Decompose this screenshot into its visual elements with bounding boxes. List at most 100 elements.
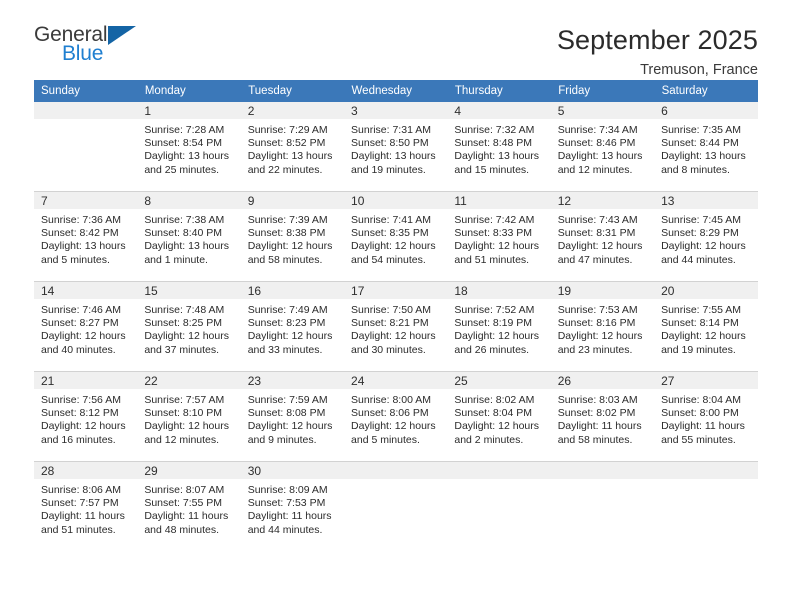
calendar-day-cell[interactable]: 14 Sunrise: 7:46 AM Sunset: 8:27 PM Dayligh… bbox=[34, 281, 138, 372]
sunset-text: Sunset: 8:48 PM bbox=[454, 137, 533, 150]
daylight-text-line1: Daylight: 12 hours bbox=[661, 240, 746, 253]
calendar-day-cell[interactable]: 24 Sunrise: 8:00 AM Sunset: 8:06 PM Dayligh… bbox=[344, 371, 448, 462]
calendar-day-cell[interactable]: 8 Sunrise: 7:38 AM Sunset: 8:40 PM Daylight… bbox=[137, 191, 241, 282]
sunrise-text: Sunrise: 7:32 AM bbox=[454, 124, 535, 136]
calendar-day-cell[interactable]: 15 Sunrise: 7:48 AM Sunset: 8:25 PM Dayligh… bbox=[137, 281, 241, 372]
calendar-week-row: 21 Sunrise: 7:56 AM Sunset: 8:12 PM Dayligh… bbox=[34, 371, 758, 462]
day-details: Sunrise: 7:49 AM Sunset: 8:23 PM Daylight:… bbox=[241, 299, 344, 357]
calendar-day-cell[interactable]: 19 Sunrise: 7:53 AM Sunset: 8:16 PM Dayligh… bbox=[550, 281, 655, 372]
sunset-text: Sunset: 8:12 PM bbox=[41, 407, 119, 420]
day-number: 14 bbox=[34, 282, 138, 299]
calendar-day-cell[interactable]: 23 Sunrise: 7:59 AM Sunset: 8:08 PM Dayligh… bbox=[240, 371, 345, 462]
calendar-day-cell[interactable]: 6 Sunrise: 7:35 AM Sunset: 8:44 PM Daylight… bbox=[654, 102, 758, 192]
day-details: Sunrise: 8:03 AM Sunset: 8:02 PM Daylight:… bbox=[551, 389, 654, 447]
day-number: 12 bbox=[550, 192, 655, 209]
calendar-week-row: 14 Sunrise: 7:46 AM Sunset: 8:27 PM Dayligh… bbox=[34, 281, 758, 372]
day-number: 18 bbox=[447, 282, 551, 299]
sunrise-text: Sunrise: 7:50 AM bbox=[351, 304, 431, 316]
daylight-text-line1: Daylight: 11 hours bbox=[661, 420, 745, 433]
day-number bbox=[654, 462, 758, 479]
calendar-day-cell[interactable]: 22 Sunrise: 7:57 AM Sunset: 8:10 PM Dayligh… bbox=[137, 371, 241, 462]
calendar-day-cell[interactable]: 10 Sunrise: 7:41 AM Sunset: 8:35 PM Dayligh… bbox=[344, 191, 448, 282]
calendar-day-cell[interactable]: 11 Sunrise: 7:42 AM Sunset: 8:33 PM Dayligh… bbox=[447, 191, 551, 282]
sunrise-text: Sunrise: 8:06 AM bbox=[41, 484, 121, 496]
calendar-header-row: Sunday Monday Tuesday Wednesday Thursday… bbox=[34, 80, 759, 102]
calendar-day-cell[interactable]: 21 Sunrise: 7:56 AM Sunset: 8:12 PM Dayligh… bbox=[34, 371, 138, 462]
day-details: Sunrise: 7:50 AM Sunset: 8:21 PM Daylight:… bbox=[344, 299, 447, 357]
calendar-day-cell[interactable]: 12 Sunrise: 7:43 AM Sunset: 8:31 PM Dayligh… bbox=[550, 191, 655, 282]
sunrise-text: Sunrise: 7:39 AM bbox=[247, 214, 328, 226]
calendar-day-cell[interactable]: 20 Sunrise: 7:55 AM Sunset: 8:14 PM Dayligh… bbox=[654, 281, 758, 372]
daylight-text-line2: and 33 minutes. bbox=[247, 343, 323, 356]
calendar-day-cell[interactable]: 16 Sunrise: 7:49 AM Sunset: 8:23 PM Dayligh… bbox=[240, 281, 345, 372]
day-details: Sunrise: 7:59 AM Sunset: 8:08 PM Daylight:… bbox=[241, 389, 344, 447]
day-details: Sunrise: 7:43 AM Sunset: 8:31 PM Daylight:… bbox=[551, 209, 654, 267]
sunset-text: Sunset: 8:33 PM bbox=[454, 227, 533, 240]
day-details: Sunrise: 7:39 AM Sunset: 8:38 PM Daylight:… bbox=[241, 209, 344, 267]
calendar-day-cell[interactable]: 28 Sunrise: 8:06 AM Sunset: 7:57 PM Dayligh… bbox=[34, 461, 138, 551]
sunrise-text: Sunrise: 8:00 AM bbox=[351, 394, 431, 406]
sunrise-text: Sunrise: 7:59 AM bbox=[247, 394, 328, 406]
daylight-text-line2: and 55 minutes. bbox=[661, 433, 736, 446]
day-details: Sunrise: 7:45 AM Sunset: 8:29 PM Daylight:… bbox=[654, 209, 757, 267]
calendar-day-cell[interactable]: 4 Sunrise: 7:32 AM Sunset: 8:48 PM Daylight… bbox=[447, 102, 551, 192]
day-details: Sunrise: 7:56 AM Sunset: 8:12 PM Daylight:… bbox=[34, 389, 137, 447]
daylight-text-line1: Daylight: 12 hours bbox=[41, 420, 126, 433]
daylight-text-line2: and 47 minutes. bbox=[557, 253, 633, 266]
sunset-text: Sunset: 8:31 PM bbox=[557, 227, 636, 240]
sunset-text: Sunset: 8:54 PM bbox=[144, 137, 222, 150]
daylight-text-line2: and 19 minutes. bbox=[351, 163, 426, 176]
calendar-day-cell[interactable]: 9 Sunrise: 7:39 AM Sunset: 8:38 PM Daylight… bbox=[240, 191, 345, 282]
sunset-text: Sunset: 8:23 PM bbox=[247, 317, 326, 330]
day-number: 17 bbox=[344, 282, 448, 299]
calendar-empty-cell bbox=[447, 461, 551, 551]
weekday-header-thursday: Thursday bbox=[447, 80, 552, 102]
day-details: Sunrise: 8:00 AM Sunset: 8:06 PM Daylight:… bbox=[344, 389, 447, 447]
sunset-text: Sunset: 8:46 PM bbox=[557, 137, 636, 150]
calendar-week-row: 7 Sunrise: 7:36 AM Sunset: 8:42 PM Daylight… bbox=[34, 191, 758, 282]
calendar-day-cell[interactable]: 18 Sunrise: 7:52 AM Sunset: 8:19 PM Dayligh… bbox=[447, 281, 551, 372]
calendar-day-cell[interactable]: 5 Sunrise: 7:34 AM Sunset: 8:46 PM Daylight… bbox=[550, 102, 655, 192]
day-number: 28 bbox=[34, 462, 138, 479]
daylight-text-line1: Daylight: 11 hours bbox=[557, 420, 642, 433]
day-details: Sunrise: 7:52 AM Sunset: 8:19 PM Daylight:… bbox=[447, 299, 550, 357]
page-title: September 2025 bbox=[556, 25, 758, 55]
daylight-text-line2: and 54 minutes. bbox=[351, 253, 426, 266]
daylight-text-line2: and 2 minutes. bbox=[454, 433, 524, 446]
sunrise-text: Sunrise: 8:07 AM bbox=[144, 484, 225, 496]
day-details: Sunrise: 7:46 AM Sunset: 8:27 PM Daylight:… bbox=[34, 299, 137, 357]
daylight-text-line2: and 44 minutes. bbox=[661, 253, 736, 266]
calendar-empty-cell bbox=[34, 102, 138, 192]
day-details: Sunrise: 7:29 AM Sunset: 8:52 PM Daylight:… bbox=[241, 119, 344, 177]
calendar-day-cell[interactable]: 29 Sunrise: 8:07 AM Sunset: 7:55 PM Dayligh… bbox=[137, 461, 241, 551]
sunrise-text: Sunrise: 7:57 AM bbox=[144, 394, 225, 406]
day-details: Sunrise: 7:36 AM Sunset: 8:42 PM Daylight:… bbox=[34, 209, 137, 267]
calendar-day-cell[interactable]: 7 Sunrise: 7:36 AM Sunset: 8:42 PM Daylight… bbox=[34, 191, 138, 282]
brand-logo[interactable]: General Blue bbox=[34, 24, 140, 64]
sunset-text: Sunset: 8:19 PM bbox=[454, 317, 533, 330]
sunrise-text: Sunrise: 7:55 AM bbox=[661, 304, 742, 316]
calendar-empty-cell bbox=[550, 461, 655, 551]
calendar-day-cell[interactable]: 17 Sunrise: 7:50 AM Sunset: 8:21 PM Dayligh… bbox=[344, 281, 448, 372]
calendar-day-cell[interactable]: 30 Sunrise: 8:09 AM Sunset: 7:53 PM Dayligh… bbox=[240, 461, 345, 551]
day-number bbox=[34, 102, 138, 119]
sunrise-text: Sunrise: 7:38 AM bbox=[144, 214, 225, 226]
calendar-day-cell[interactable]: 3 Sunrise: 7:31 AM Sunset: 8:50 PM Daylight… bbox=[344, 102, 448, 192]
day-number bbox=[447, 462, 551, 479]
calendar-day-cell[interactable]: 1 Sunrise: 7:28 AM Sunset: 8:54 PM Daylight… bbox=[137, 102, 241, 192]
day-number: 23 bbox=[240, 372, 345, 389]
daylight-text-line1: Daylight: 13 hours bbox=[557, 150, 643, 163]
calendar-day-cell[interactable]: 25 Sunrise: 8:02 AM Sunset: 8:04 PM Dayligh… bbox=[447, 371, 551, 462]
daylight-text-line2: and 26 minutes. bbox=[454, 343, 530, 356]
daylight-text-line1: Daylight: 13 hours bbox=[661, 150, 746, 163]
day-number bbox=[550, 462, 655, 479]
daylight-text-line2: and 12 minutes. bbox=[557, 163, 633, 176]
daylight-text-line2: and 19 minutes. bbox=[661, 343, 736, 356]
calendar-day-cell[interactable]: 2 Sunrise: 7:29 AM Sunset: 8:52 PM Daylight… bbox=[240, 102, 345, 192]
day-number: 30 bbox=[240, 462, 345, 479]
calendar-day-cell[interactable]: 27 Sunrise: 8:04 AM Sunset: 8:00 PM Dayligh… bbox=[654, 371, 758, 462]
calendar-day-cell[interactable]: 13 Sunrise: 7:45 AM Sunset: 8:29 PM Dayligh… bbox=[654, 191, 758, 282]
weekday-header-friday: Friday bbox=[550, 80, 655, 102]
daylight-text-line1: Daylight: 12 hours bbox=[351, 330, 436, 343]
calendar-day-cell[interactable]: 26 Sunrise: 8:03 AM Sunset: 8:02 PM Dayligh… bbox=[550, 371, 655, 462]
